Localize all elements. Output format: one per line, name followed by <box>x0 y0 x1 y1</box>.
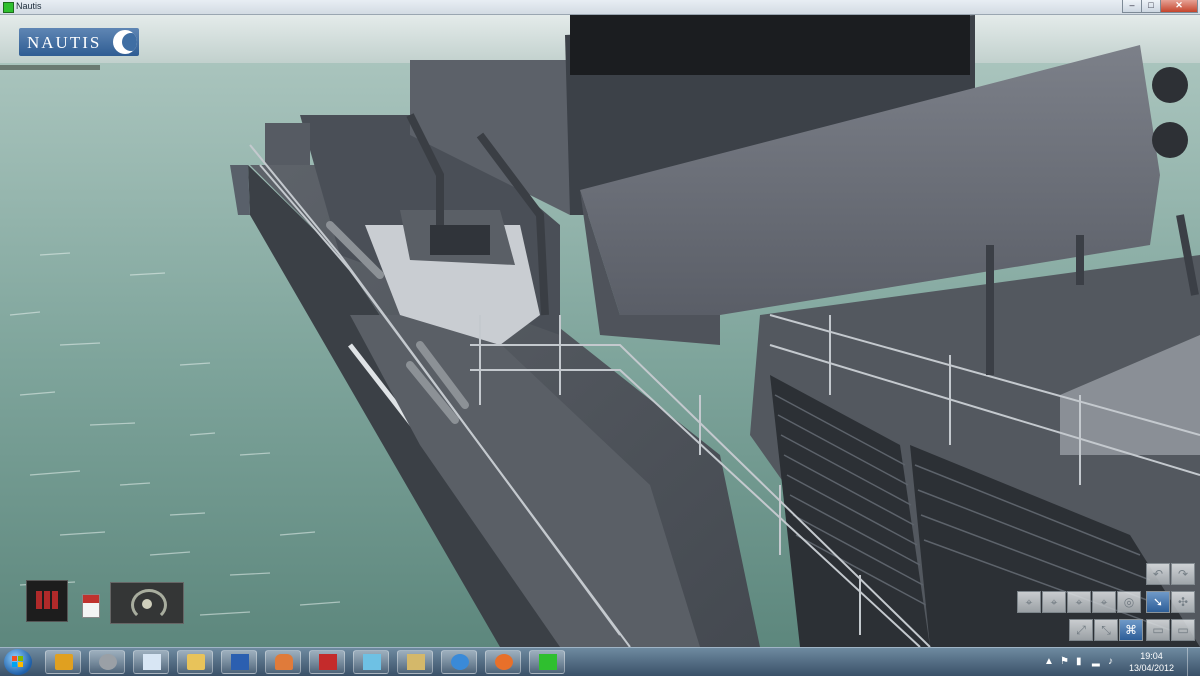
helm-wheel-icon[interactable] <box>110 582 184 624</box>
antenna-dish <box>1152 67 1188 103</box>
nautis-logo: NAUTIS <box>19 28 139 56</box>
certificate-icon <box>55 654 73 670</box>
notebook-icon <box>363 654 381 670</box>
taskbar-app-11[interactable] <box>485 650 521 674</box>
nautis-play-icon <box>539 654 557 670</box>
maximize-button[interactable]: □ <box>1141 0 1161 13</box>
redo-icon[interactable]: ↷ <box>1171 563 1195 585</box>
pointer-icon[interactable]: ➘ <box>1146 591 1170 613</box>
target-icon[interactable]: ◎ <box>1117 591 1141 613</box>
presentation-icon <box>407 654 425 670</box>
taskbar-app-8[interactable] <box>353 650 389 674</box>
taskbar-app-2[interactable] <box>89 650 125 674</box>
zoom-icon[interactable]: ⤡ <box>1094 619 1118 641</box>
word-document-icon <box>231 654 249 670</box>
logo-wave-icon <box>113 30 137 54</box>
nautis-app-icon <box>3 2 14 13</box>
taskbar-app-12[interactable] <box>529 650 565 674</box>
ship-icon <box>275 654 293 670</box>
telegraph-lever <box>52 591 58 609</box>
logo-text: NAUTIS <box>27 33 102 52</box>
camera-icon[interactable]: ⌖ <box>1092 591 1116 613</box>
pdf-icon <box>319 654 337 670</box>
zoom-icon[interactable]: ⤢ <box>1069 619 1093 641</box>
close-button[interactable]: ✕ <box>1160 0 1198 13</box>
antenna-dish-2 <box>1152 122 1188 158</box>
show-desktop-button[interactable] <box>1187 648 1200 676</box>
notepad-icon <box>143 654 161 670</box>
taskbar-app-9[interactable] <box>397 650 433 674</box>
telegraph-lever <box>44 591 50 609</box>
engine-telegraph-icon[interactable] <box>26 580 68 622</box>
ship-scene <box>0 15 1200 647</box>
system-tray: ▲ ⚑ ▮ ▂ ♪ 19:04 13/04/2012 <box>1040 648 1200 676</box>
camera-icon[interactable]: ⌖ <box>1042 591 1066 613</box>
clock-time: 19:04 <box>1140 651 1163 661</box>
firefox-icon <box>495 654 513 670</box>
taskbar-app-1[interactable] <box>45 650 81 674</box>
fullscreen-icon[interactable]: ▭ <box>1146 619 1170 641</box>
camera-icon[interactable]: ⌖ <box>1017 591 1041 613</box>
flag-icon[interactable]: ⚑ <box>1060 656 1069 667</box>
folder-icon <box>187 654 205 670</box>
distant-jetty <box>0 65 100 70</box>
power-icon[interactable]: ▮ <box>1076 656 1082 667</box>
telegraph-lever <box>36 591 42 609</box>
binoculars-icon[interactable]: ⌘ <box>1119 619 1143 641</box>
camera-icon[interactable]: ⌖ <box>1067 591 1091 613</box>
taskbar-clock[interactable]: 19:04 13/04/2012 <box>1129 650 1174 674</box>
taskbar-app-5[interactable] <box>221 650 257 674</box>
windows-taskbar: ▲ ⚑ ▮ ▂ ♪ 19:04 13/04/2012 <box>0 647 1200 676</box>
start-button[interactable] <box>4 649 32 675</box>
taskbar-app-7[interactable] <box>309 650 345 674</box>
taskbar-app-10[interactable] <box>441 650 477 674</box>
window-title: Nautis <box>16 1 42 11</box>
signal-flag-icon[interactable] <box>82 594 100 618</box>
show-hidden-icons-button[interactable]: ▲ <box>1044 656 1054 667</box>
undo-icon[interactable]: ↶ <box>1146 563 1170 585</box>
simulator-viewport[interactable] <box>0 15 1200 647</box>
gun-turret <box>265 123 310 165</box>
minimize-button[interactable]: – <box>1122 0 1142 13</box>
network-icon[interactable]: ▂ <box>1092 656 1100 667</box>
upper-dark-block <box>570 15 970 75</box>
taskbar-app-4[interactable] <box>177 650 213 674</box>
clock-date: 13/04/2012 <box>1128 663 1174 673</box>
taskbar-app-6[interactable] <box>265 650 301 674</box>
taskbar-app-3[interactable] <box>133 650 169 674</box>
settings-gear-icon <box>99 654 117 670</box>
window-title-bar: Nautis – □ ✕ <box>0 0 1200 15</box>
compass-icon[interactable]: ✣ <box>1171 591 1195 613</box>
volume-icon[interactable]: ♪ <box>1108 656 1113 667</box>
fullscreen-icon[interactable]: ▭ <box>1171 619 1195 641</box>
messenger-icon <box>451 654 469 670</box>
